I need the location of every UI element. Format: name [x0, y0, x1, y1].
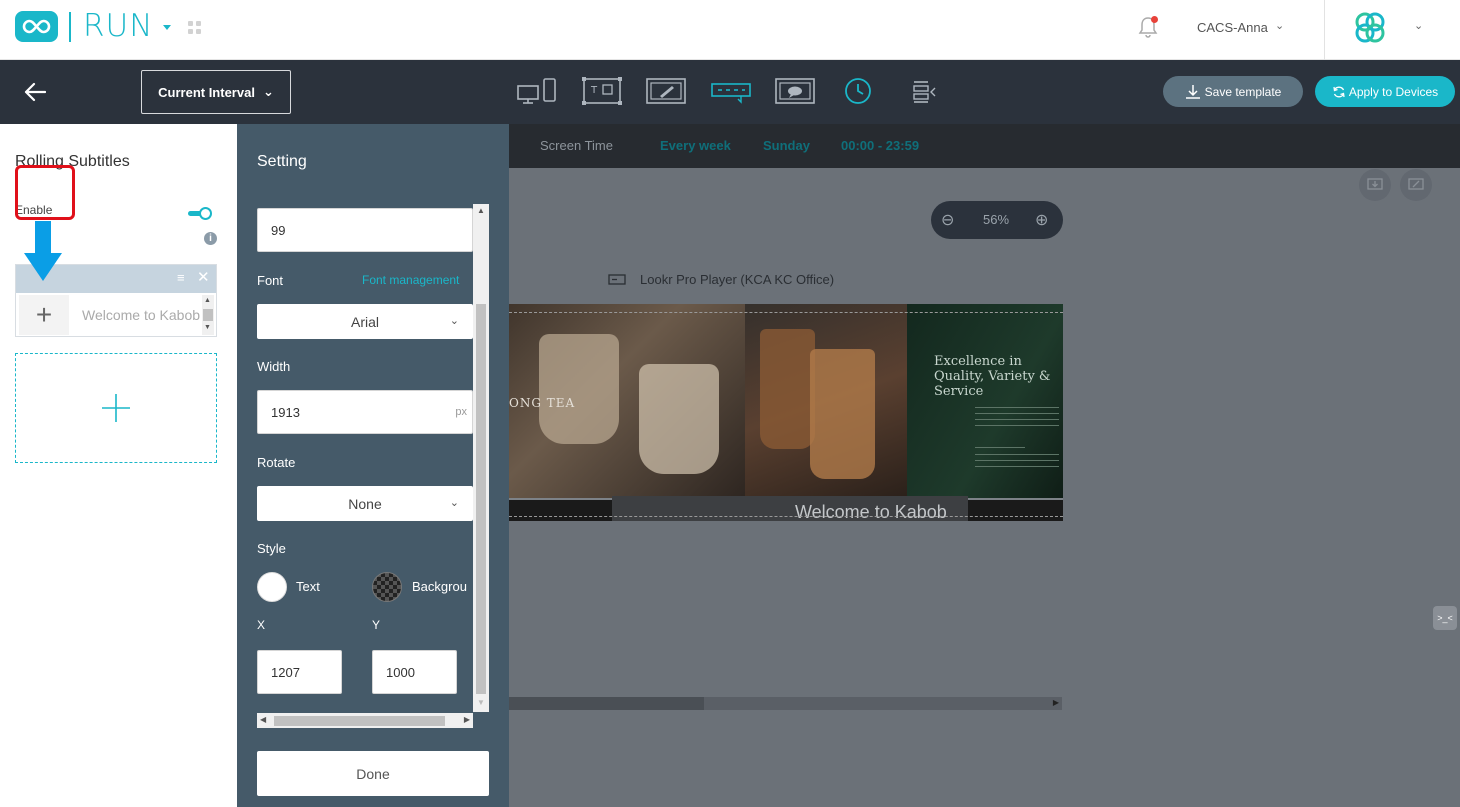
sync-icon — [1333, 86, 1345, 97]
text-color-swatch[interactable] — [257, 572, 287, 602]
chevron-down-icon: ⌄ — [262, 84, 274, 99]
brand-logo-icon[interactable] — [1350, 10, 1390, 46]
zoom-level: 56% — [983, 212, 1010, 227]
back-arrow-icon[interactable] — [24, 82, 46, 102]
setting-horizontal-scrollbar[interactable]: ◀ ▶ — [257, 713, 473, 728]
zoom-in-icon[interactable]: ⊕ — [1035, 210, 1048, 230]
rotate-label: Rotate — [257, 455, 296, 470]
background-color-swatch[interactable] — [372, 572, 402, 602]
current-interval-dropdown[interactable]: Current Interval ⌄ — [141, 70, 291, 114]
align-right-icon[interactable] — [908, 76, 938, 106]
editor-toolbar: Current Interval ⌄ T Save template Apply… — [0, 60, 1460, 124]
width-input[interactable]: 1913 px — [257, 390, 473, 434]
infinity-logo-icon[interactable] — [15, 11, 58, 42]
multi-screen-icon[interactable] — [517, 76, 559, 106]
promo-text-panel: Excellence in Quality, Variety & Service — [907, 304, 1063, 499]
enable-toggle[interactable] — [188, 207, 212, 220]
drag-handle-icon[interactable]: ≡ — [177, 270, 185, 285]
width-value: 1913 — [271, 404, 300, 420]
highlight-annotation — [15, 165, 75, 220]
app-name[interactable]: RUN — [83, 8, 153, 44]
top-header: RUN CACS-Anna ⌄ ⌄ — [0, 0, 1460, 60]
canvas-horizontal-scrollbar[interactable]: ▶ — [509, 697, 1062, 710]
current-interval-label: Current Interval — [158, 84, 255, 100]
x-label: X — [257, 618, 266, 632]
x-position-input[interactable]: 1207 — [257, 650, 342, 694]
style-label: Style — [257, 541, 286, 556]
annotation-arrow-icon — [24, 221, 62, 281]
font-management-link[interactable]: Font management — [362, 273, 459, 287]
font-label: Font — [257, 273, 284, 288]
zoom-control: ⊖ 56% ⊕ — [931, 201, 1063, 239]
plus-icon — [102, 394, 130, 422]
notification-dot — [1151, 16, 1158, 23]
user-name[interactable]: CACS-Anna — [1197, 20, 1268, 35]
rolling-subtitles-panel: Rolling Subtitles Enable i ≡ ✕ + Welcome… — [0, 124, 237, 807]
setting-title: Setting — [257, 153, 307, 170]
subtitle-item-text[interactable]: Welcome to Kabob — [82, 305, 202, 337]
template-preview[interactable]: ONG TEA Excellence in Quality, Variety &… — [509, 304, 1063, 521]
width-label: Width — [257, 359, 291, 374]
background-color-label: Backgrou — [412, 579, 467, 594]
app-switch-caret-icon[interactable] — [163, 25, 171, 30]
save-template-button[interactable]: Save template — [1163, 76, 1303, 107]
subtitle-item-scrollbar[interactable]: ▲ ▼ — [202, 295, 214, 335]
chevron-down-icon: ⌄ — [449, 315, 459, 327]
marquee-text: Welcome to Kabob — [795, 502, 947, 521]
brand-menu-caret-icon[interactable]: ⌄ — [1414, 19, 1423, 32]
rolling-subtitles-icon[interactable] — [710, 76, 752, 106]
schedule-bar: Screen Time Every week Sunday 00:00 - 23… — [509, 124, 1460, 168]
rotate-select-value: None — [348, 495, 382, 512]
close-icon[interactable]: ✕ — [197, 268, 210, 286]
y-label: Y — [372, 618, 381, 632]
header-divider — [1324, 0, 1325, 60]
schedule-frequency[interactable]: Every week — [660, 138, 731, 153]
setting-panel: Setting 99 Font Font management Arial ⌄ … — [237, 124, 509, 807]
device-label: Lookr Pro Player (KCA KC Office) — [608, 272, 834, 287]
message-screen-icon[interactable] — [774, 76, 816, 106]
selection-border-bottom — [509, 516, 1063, 517]
device-name: Lookr Pro Player (KCA KC Office) — [640, 272, 835, 287]
image-editor-icon[interactable] — [645, 76, 687, 106]
apply-to-devices-button[interactable]: Apply to Devices — [1315, 76, 1455, 107]
preview-headline: Excellence in Quality, Variety & Service — [934, 354, 1051, 399]
add-subtitle-button[interactable] — [15, 353, 217, 463]
apps-grid-icon[interactable] — [188, 21, 202, 35]
screen-preview-icon[interactable] — [1400, 169, 1432, 201]
iced-tea-image — [745, 304, 907, 499]
text-color-label: Text — [296, 579, 320, 594]
side-tab-icon[interactable]: >_< — [1433, 606, 1457, 630]
zoom-out-icon[interactable]: ⊖ — [941, 210, 954, 230]
setting-vertical-scrollbar[interactable]: ▲ ▼ — [473, 204, 489, 712]
schedule-day[interactable]: Sunday — [763, 138, 810, 153]
chevron-down-icon: ⌄ — [449, 497, 459, 509]
milk-tea-image: ONG TEA — [509, 304, 745, 499]
apply-to-devices-label: Apply to Devices — [1348, 84, 1439, 99]
logo-separator — [69, 12, 71, 42]
save-template-label: Save template — [1204, 84, 1282, 99]
rotate-select[interactable]: None ⌄ — [257, 486, 473, 521]
player-device-icon — [608, 274, 626, 285]
screen-time-label: Screen Time — [540, 138, 613, 153]
download-icon — [1185, 84, 1200, 99]
import-icon[interactable] — [1359, 169, 1391, 201]
y-position-input[interactable]: 1000 — [372, 650, 457, 694]
duration-input[interactable]: 99 — [257, 208, 473, 252]
clock-icon[interactable] — [843, 76, 873, 106]
schedule-time[interactable]: 00:00 - 23:59 — [841, 138, 919, 153]
width-unit: px — [455, 406, 467, 418]
font-select-value: Arial — [350, 313, 379, 330]
info-icon[interactable]: i — [204, 232, 217, 245]
text-qr-widget-icon[interactable]: T — [581, 76, 623, 106]
user-menu-caret-icon[interactable]: ⌄ — [1275, 19, 1284, 32]
font-select[interactable]: Arial ⌄ — [257, 304, 473, 339]
canvas-area: Screen Time Every week Sunday 00:00 - 23… — [509, 124, 1460, 807]
add-media-button[interactable]: + — [19, 295, 69, 335]
svg-text:T: T — [590, 85, 598, 96]
selection-border-top — [509, 312, 1063, 313]
preview-caption-left: ONG TEA — [509, 396, 576, 410]
done-button[interactable]: Done — [257, 751, 489, 796]
